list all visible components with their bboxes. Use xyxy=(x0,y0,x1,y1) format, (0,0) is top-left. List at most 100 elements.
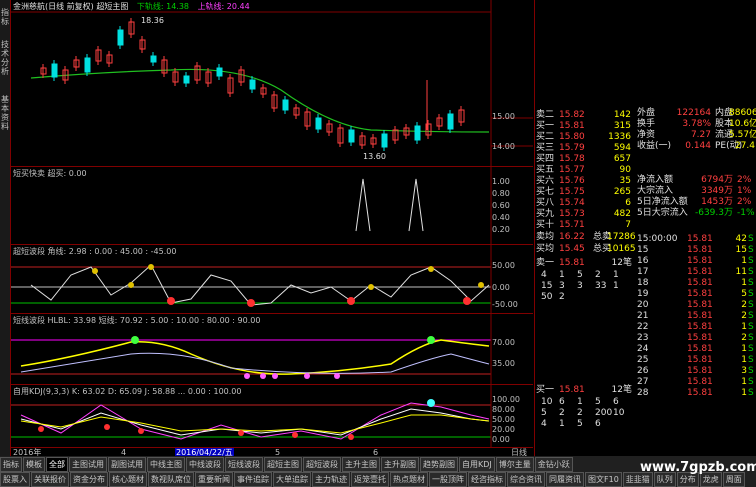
tab-t1-8[interactable]: 超短主图 xyxy=(264,457,302,472)
tab-t1-2[interactable]: 全部 xyxy=(46,457,68,472)
axis-15: 15.00 xyxy=(492,112,515,121)
tab-t2-2[interactable]: 资金分布 xyxy=(70,472,108,487)
tab-t1-0[interactable]: 指标 xyxy=(0,457,22,472)
cell: 5 xyxy=(541,408,547,418)
tab-t1-14[interactable]: 博尔主量 xyxy=(495,457,534,472)
tab-t2-15[interactable]: 图文F10 xyxy=(585,472,622,487)
p2-axis-5: 0.20 xyxy=(492,225,510,234)
cell: 15 xyxy=(735,245,747,255)
tab-t1-10[interactable]: 主升主图 xyxy=(342,457,380,472)
cell: S xyxy=(748,322,754,332)
side-tab-fundamentals[interactable]: 基本资料 xyxy=(1,95,9,131)
tab-t2-8[interactable]: 主力轨迹 xyxy=(312,472,350,487)
tab-t2-7[interactable]: 大单追踪 xyxy=(273,472,311,487)
tab-t2-0[interactable]: 股票入 xyxy=(0,472,30,487)
tab-t1-6[interactable]: 中线波段 xyxy=(186,457,224,472)
tab-t1-12[interactable]: 趋势副图 xyxy=(420,457,458,472)
p4-axis-1: 70.00 xyxy=(492,338,515,347)
kdj-dot xyxy=(238,430,244,436)
candle-body xyxy=(249,79,256,90)
candle-body xyxy=(51,63,58,78)
cell: S xyxy=(748,245,754,255)
cell: 净流入额 xyxy=(637,175,674,185)
cell: 24 xyxy=(637,344,649,354)
panel-ultra-short[interactable]: 超短波段 角线: 2.98 : 0.00 : 45.00 : -45.00 50… xyxy=(11,245,533,314)
ob-vol: 657 xyxy=(613,154,631,164)
tab-t2-12[interactable]: 经咨指标 xyxy=(468,472,506,487)
cell: -639.3万 xyxy=(694,208,733,218)
tab-t2-10[interactable]: 热点题材 xyxy=(390,472,428,487)
ob-label: 买四 xyxy=(536,154,555,164)
buy-dot xyxy=(463,297,471,305)
cell: 6794万 xyxy=(701,175,733,185)
tab-t1-9[interactable]: 超短波段 xyxy=(303,457,341,472)
cell: 3 xyxy=(741,366,747,376)
hlbl-line xyxy=(20,352,490,374)
cell: S xyxy=(748,388,754,398)
cell: 42 xyxy=(735,234,747,244)
flow-row: 净流入额 6794万 2% xyxy=(535,175,756,186)
tab-t2-3[interactable]: 核心题材 xyxy=(109,472,147,487)
spike-2 xyxy=(408,178,424,232)
buy-dot xyxy=(167,297,175,305)
tab-t2-11[interactable]: 一股顶阵 xyxy=(429,472,467,487)
cell: S xyxy=(748,267,754,277)
cell: 27.4 xyxy=(734,141,755,151)
peak-dot-2 xyxy=(427,336,435,344)
tab-t2-13[interactable]: 综合资讯 xyxy=(507,472,545,487)
tab-t1-13[interactable]: 自用KDJ xyxy=(459,457,495,472)
tab-t2-9[interactable]: 返笼壹托 xyxy=(351,472,389,487)
tab-t2-4[interactable]: 数视队席位 xyxy=(148,472,194,487)
tick-row: 25 15.81 1 S xyxy=(535,355,756,366)
low-marker: 13.60 xyxy=(363,152,386,161)
ob-price: 15.78 xyxy=(559,154,585,164)
stat-row: 外盘 122164 内盘 88606 xyxy=(535,108,756,119)
cell: 15 xyxy=(637,245,649,255)
candle-body xyxy=(150,55,157,63)
peak-dot xyxy=(131,336,139,344)
spike-1 xyxy=(355,178,371,232)
panel-fast-buy[interactable]: 短买快卖 超买: 0.00 1.00 0.80 0.60 0.40 0.20 xyxy=(11,167,533,245)
cell: 4 xyxy=(541,419,547,429)
candle-body xyxy=(315,117,322,130)
tab-t1-3[interactable]: 主图试用 xyxy=(69,457,107,472)
tab-t1-11[interactable]: 主升副图 xyxy=(381,457,419,472)
kline-panel[interactable]: 金洲慈航(日线 前复权) 超短主图 下轨线: 14.38 上轨线: 20.44 … xyxy=(11,0,533,167)
cell: 10.6亿 xyxy=(729,119,756,129)
cell: S xyxy=(748,278,754,288)
tab-t2-14[interactable]: 同履资讯 xyxy=(546,472,584,487)
j-line xyxy=(20,402,490,440)
cell: 2 xyxy=(577,408,583,418)
tab-t1-4[interactable]: 副图试用 xyxy=(108,457,146,472)
cell: 28 xyxy=(637,388,649,398)
side-tab-tech[interactable]: 技术分析 xyxy=(1,40,9,76)
tick-row: 15:00:00 15.81 42 S xyxy=(535,234,756,245)
candle-body xyxy=(183,75,190,84)
cell: S xyxy=(748,333,754,343)
watermark: www.7gpzb.com xyxy=(640,460,756,475)
cell: 5日净流入额 xyxy=(637,197,688,207)
cell: 5 xyxy=(577,419,583,429)
signal-dot xyxy=(368,284,374,290)
cell: 15:00:00 xyxy=(637,234,678,244)
kdj-dot xyxy=(104,424,110,430)
cell: 2% xyxy=(737,197,752,207)
tab-t1-5[interactable]: 中线主图 xyxy=(147,457,185,472)
tab-t1-1[interactable]: 模板 xyxy=(23,457,45,472)
tab-t2-1[interactable]: 关联报价 xyxy=(31,472,69,487)
cell: 15.81 xyxy=(687,300,713,310)
tab-t1-15[interactable]: 金钻小跃 xyxy=(534,457,573,472)
panel-kdj[interactable]: 自用KDJ(9,3,3) K: 63.02 D: 65.09 J: 58.88 … xyxy=(11,385,533,448)
tab-t2-6[interactable]: 事件追踪 xyxy=(234,472,272,487)
queue2-row: 5 2 2 200 10 xyxy=(535,408,756,419)
cell: 2 xyxy=(741,300,747,310)
tab-t1-7[interactable]: 短线波段 xyxy=(225,457,263,472)
panel-short-band[interactable]: 短线波段 HLBL: 33.98 短线: 70.92 : 5.00 : 10.0… xyxy=(11,314,533,385)
p5-axis-5: 0.00 xyxy=(492,435,510,444)
queue2-row: 4 1 5 6 xyxy=(535,419,756,430)
side-tab-indicators[interactable]: 指标 xyxy=(1,8,9,26)
candle-body xyxy=(348,129,355,143)
p4-axis-2: 35.00 xyxy=(492,359,515,368)
tab-t2-5[interactable]: 重要新闻 xyxy=(195,472,233,487)
cell: 20 xyxy=(637,300,649,310)
